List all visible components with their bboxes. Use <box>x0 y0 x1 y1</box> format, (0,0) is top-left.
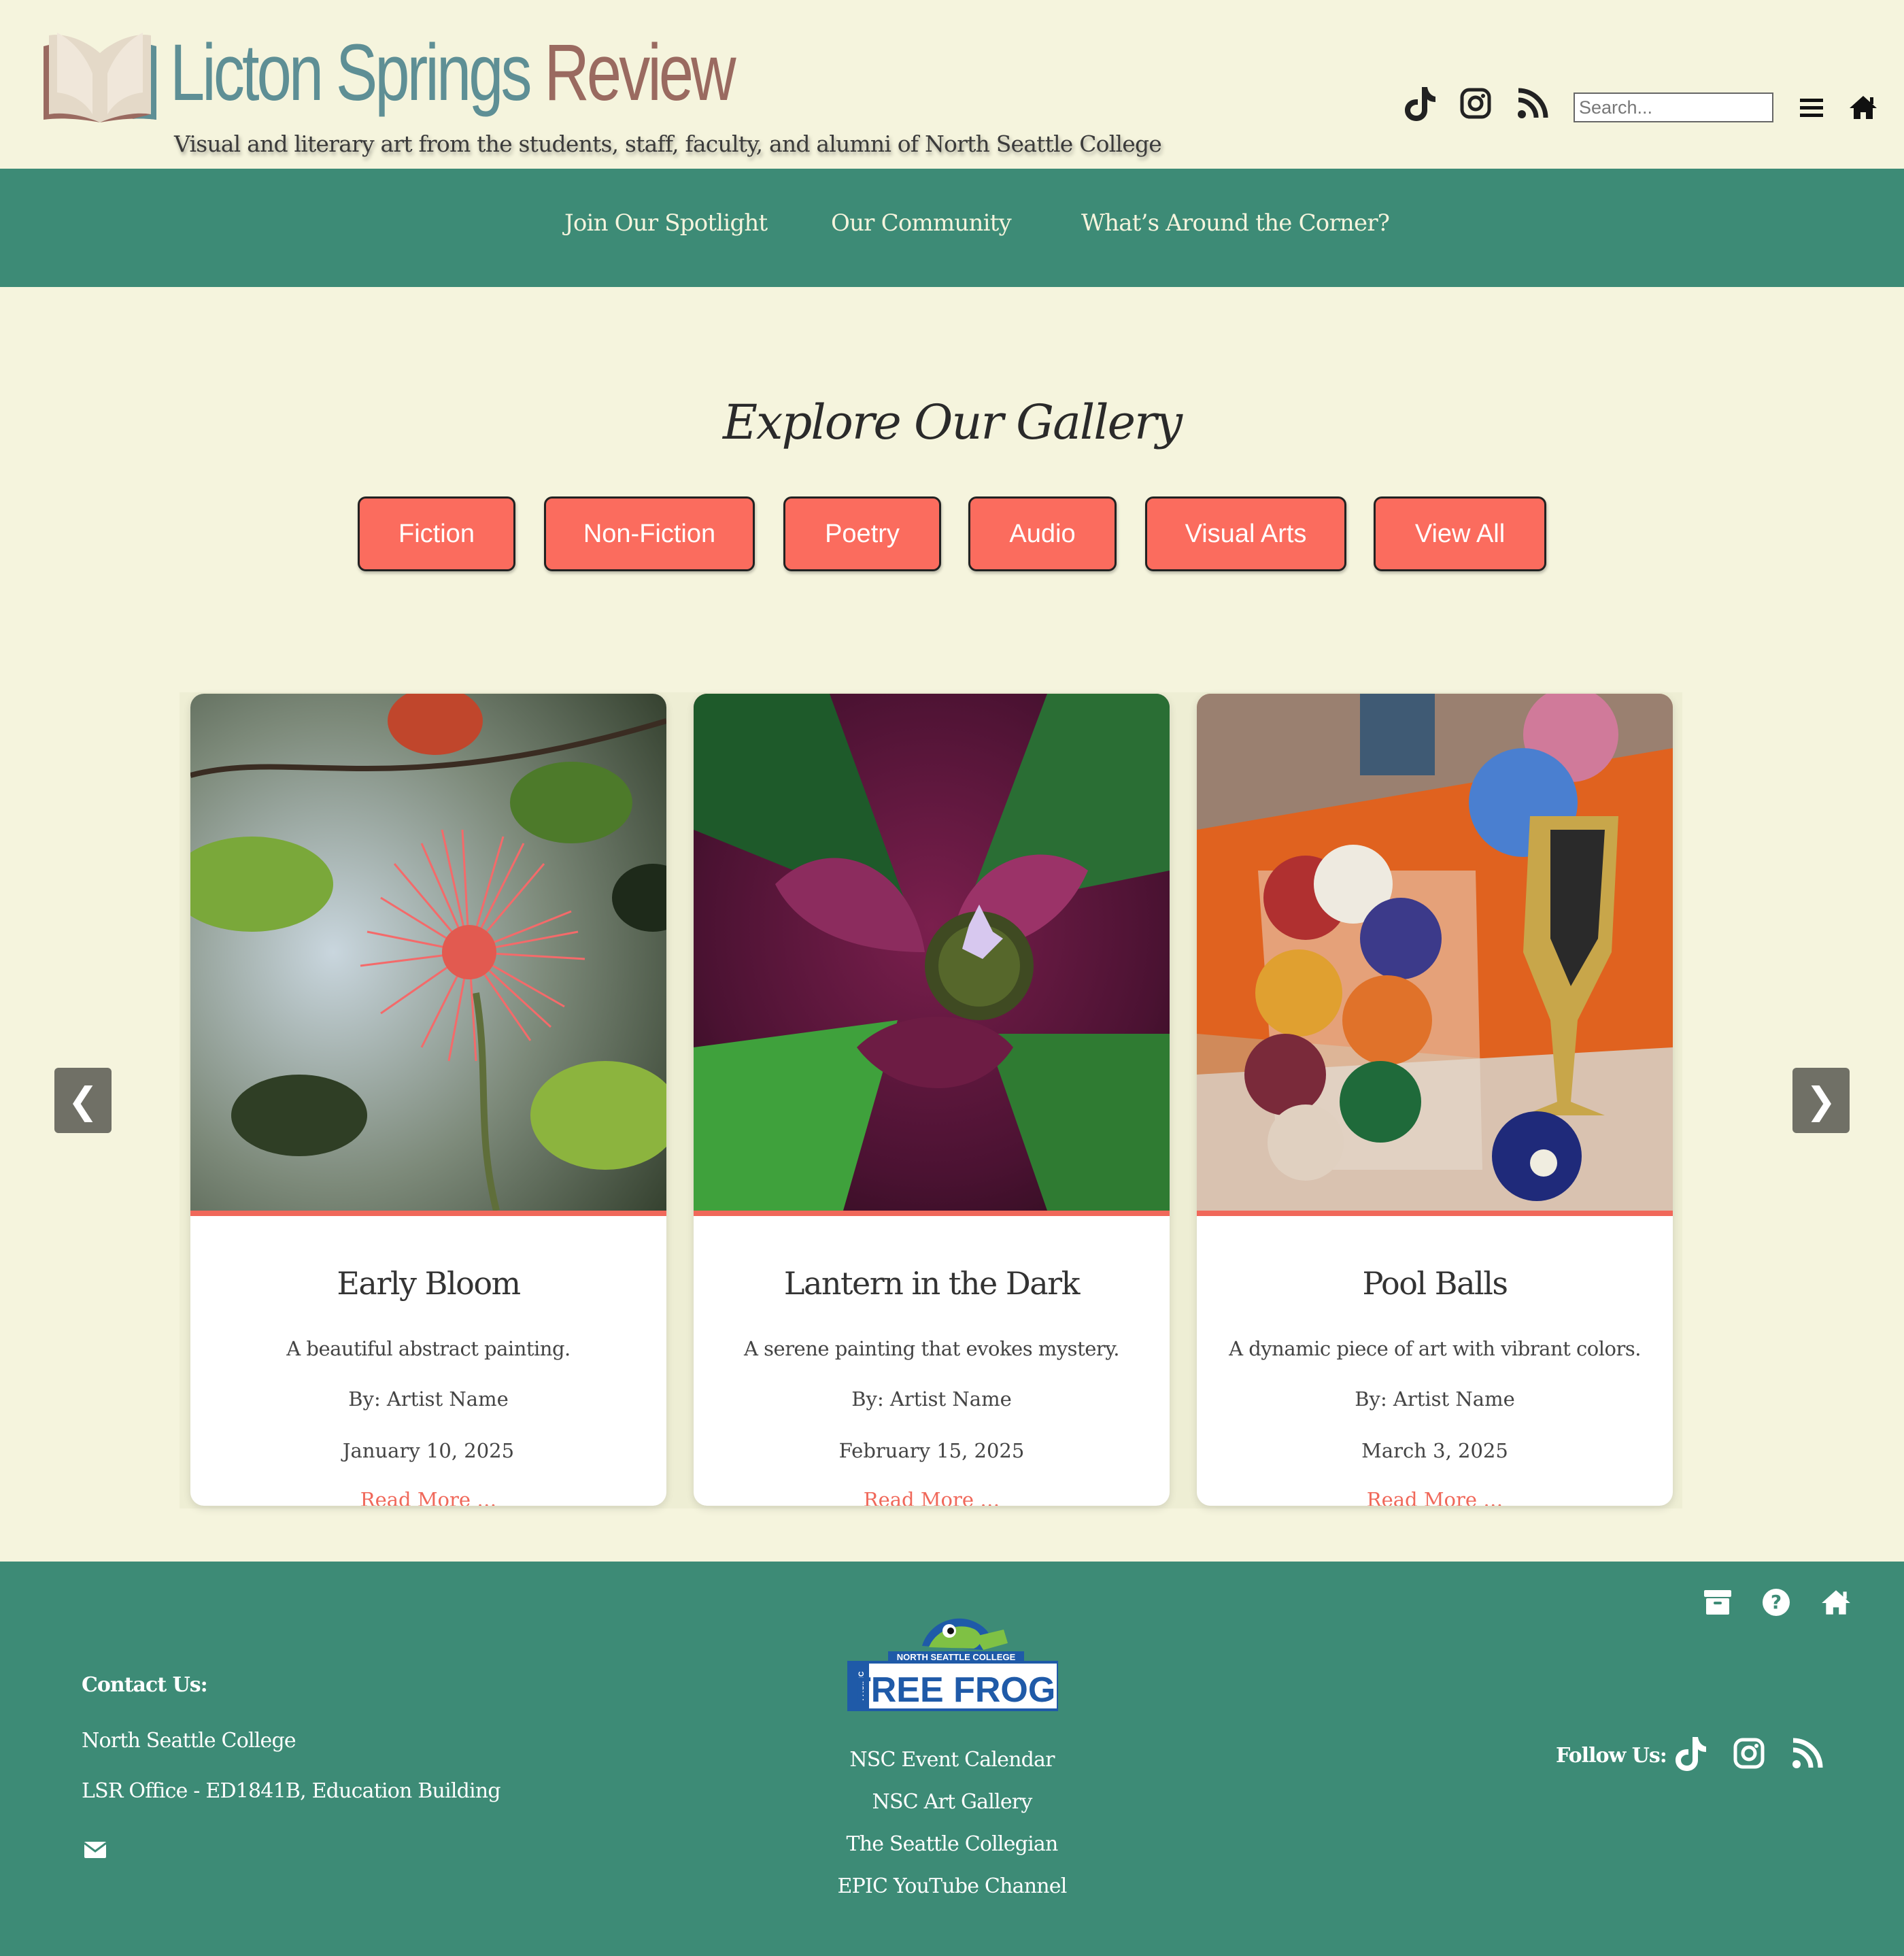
carousel-prev-button[interactable]: ❮ <box>54 1068 112 1133</box>
site-title[interactable]: Licton Springs Review <box>170 33 736 113</box>
site-footer: ? Contact Us: North Seattle College LSR … <box>0 1562 1904 1956</box>
email-icon[interactable] <box>76 1831 114 1869</box>
filter-fiction-button[interactable]: Fiction <box>358 496 515 571</box>
card-date: February 15, 2025 <box>838 1439 1025 1462</box>
site-tagline: Visual and literary art from the student… <box>174 131 1162 157</box>
contact-heading: Contact Us: <box>82 1673 208 1697</box>
svg-text:?: ? <box>1771 1591 1782 1613</box>
nav-item-our-community[interactable]: Our Community <box>831 209 1012 237</box>
read-more-link[interactable]: Read More … <box>694 1488 1170 1506</box>
pool-balls-image[interactable] <box>1197 694 1673 1211</box>
card-date: January 10, 2025 <box>342 1439 515 1462</box>
rss-icon[interactable] <box>1788 1734 1826 1772</box>
card-description: A beautiful abstract painting. <box>286 1337 571 1360</box>
read-more-link[interactable]: Read More … <box>1197 1488 1673 1506</box>
site-header: Licton Springs Review Visual and literar… <box>0 0 1904 169</box>
archive-icon[interactable] <box>1699 1583 1737 1621</box>
card-author: By: Artist Name <box>348 1387 509 1411</box>
card-title: Pool Balls <box>1362 1265 1508 1302</box>
card-description: A dynamic piece of art with vibrant colo… <box>1229 1337 1641 1360</box>
menu-icon[interactable] <box>1791 87 1832 128</box>
footer-link-seattle-collegian[interactable]: The Seattle Collegian <box>748 1832 1156 1856</box>
card-accent-bar <box>190 1211 666 1216</box>
nav-item-whats-around-the-corner[interactable]: What’s Around the Corner? <box>1081 209 1390 237</box>
site-title-part1: Licton Springs <box>170 28 532 118</box>
filter-non-fiction-button[interactable]: Non-Fiction <box>544 496 755 571</box>
footer-link-art-gallery[interactable]: NSC Art Gallery <box>748 1790 1156 1814</box>
logo-main-text: TREE FROGS <box>849 1670 1058 1710</box>
lantern-in-the-dark-image[interactable] <box>694 694 1170 1211</box>
card-title: Lantern in the Dark <box>783 1265 1081 1302</box>
nav-item-join-our-spotlight[interactable]: Join Our Spotlight <box>564 209 768 237</box>
logo-college-text: NORTH SEATTLE COLLEGE <box>897 1652 1016 1662</box>
question-icon[interactable]: ? <box>1757 1583 1795 1621</box>
site-title-part2: Review <box>544 28 736 118</box>
tree-frogs-logo[interactable]: NORTH SEATTLE COLLEGE PACIFIC TREE FROGS <box>847 1609 1058 1718</box>
gallery-title: Explore Our Gallery <box>722 394 1183 450</box>
card-author: By: Artist Name <box>851 1387 1012 1411</box>
contact-line-office: LSR Office - ED1841B, Education Building <box>82 1779 501 1803</box>
carousel-next-button[interactable]: ❯ <box>1792 1068 1850 1133</box>
card-title: Early Bloom <box>337 1265 521 1302</box>
card-accent-bar <box>694 1211 1170 1216</box>
home-icon[interactable] <box>1817 1583 1855 1621</box>
footer-link-epic-youtube[interactable]: EPIC YouTube Channel <box>748 1874 1156 1898</box>
follow-us-label: Follow Us: <box>1556 1744 1667 1768</box>
tiktok-icon[interactable] <box>1671 1734 1710 1772</box>
filter-buttons: Fiction Non-Fiction Poetry Audio Visual … <box>0 496 1904 573</box>
card-author: By: Artist Name <box>1355 1387 1515 1411</box>
filter-view-all-button[interactable]: View All <box>1374 496 1546 571</box>
instagram-icon[interactable] <box>1730 1734 1768 1772</box>
card-description: A serene painting that evokes mystery. <box>743 1337 1120 1360</box>
filter-audio-button[interactable]: Audio <box>968 496 1117 571</box>
book-logo-icon[interactable] <box>44 26 156 122</box>
tiktok-icon[interactable] <box>1399 83 1440 124</box>
instagram-icon[interactable] <box>1455 83 1496 124</box>
gallery-card[interactable]: Lantern in the Dark A serene painting th… <box>694 694 1170 1506</box>
search-input[interactable] <box>1574 92 1773 122</box>
early-bloom-image[interactable] <box>190 694 666 1211</box>
rss-icon[interactable] <box>1512 83 1553 124</box>
card-accent-bar <box>1197 1211 1673 1216</box>
read-more-link[interactable]: Read More … <box>190 1488 666 1506</box>
filter-poetry-button[interactable]: Poetry <box>783 496 941 571</box>
gallery-card[interactable]: Pool Balls A dynamic piece of art with v… <box>1197 694 1673 1506</box>
card-date: March 3, 2025 <box>1361 1439 1508 1462</box>
gallery-card[interactable]: Early Bloom A beautiful abstract paintin… <box>190 694 666 1506</box>
main-nav: Join Our Spotlight Our Community What’s … <box>0 169 1904 287</box>
filter-visual-arts-button[interactable]: Visual Arts <box>1145 496 1346 571</box>
footer-link-event-calendar[interactable]: NSC Event Calendar <box>748 1748 1156 1772</box>
home-icon[interactable] <box>1843 87 1884 128</box>
contact-line-college: North Seattle College <box>82 1729 296 1753</box>
